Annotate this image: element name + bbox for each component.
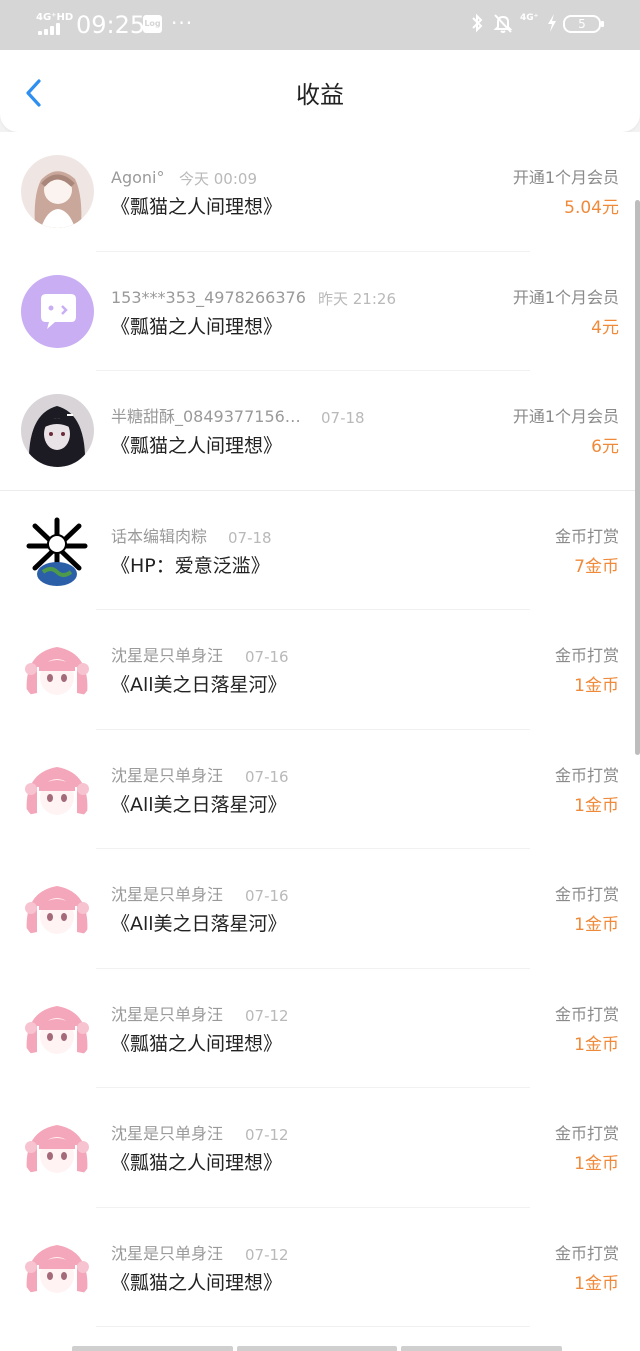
- earning-record[interactable]: Agoni° 今天 00:09 《瓢猫之人间理想》 开通1个月会员 5.04元: [0, 132, 640, 252]
- avatar[interactable]: [21, 1230, 94, 1304]
- divider: [96, 1326, 530, 1327]
- work-title: 《瓢猫之人间理想》: [111, 1032, 283, 1055]
- work-title: 《All美之日落星河》: [111, 793, 287, 816]
- username: 153***353_4978266376: [111, 287, 306, 307]
- username: 沈星是只单身汪: [111, 1124, 224, 1143]
- timestamp: 07-16: [245, 767, 289, 786]
- signal-strength-icon: [38, 23, 64, 35]
- earning-amount: 4元: [591, 317, 619, 338]
- earning-type: 金币打赏: [554, 526, 619, 546]
- earning-record[interactable]: 沈星是只单身汪 07-12 《瓢猫之人间理想》 金币打赏 1金币: [0, 969, 640, 1088]
- timestamp: 昨天 21:26: [318, 289, 396, 308]
- username: 沈星是只单身汪: [111, 765, 224, 785]
- charging-icon: [546, 12, 558, 41]
- earning-amount: 5.04元: [564, 198, 619, 218]
- avatar[interactable]: [21, 1111, 94, 1184]
- earning-type: 金币打赏: [554, 885, 619, 904]
- username: 沈星是只单身汪: [111, 885, 224, 904]
- scrollbar[interactable]: [635, 200, 640, 755]
- earning-amount: 1金币: [574, 1154, 619, 1174]
- next-row-peek: [72, 1346, 563, 1351]
- earning-record[interactable]: 沈星是只单身汪 07-16 《All美之日落星河》 金币打赏 1金币: [0, 849, 640, 969]
- earning-record[interactable]: 153***353_4978266376 昨天 21:26 《瓢猫之人间理想》 …: [0, 252, 640, 371]
- earning-amount: 1金币: [574, 676, 619, 696]
- work-title: 《瓢猫之人间理想》: [111, 1152, 283, 1174]
- username: 沈星是只单身汪: [111, 1004, 224, 1024]
- battery-icon: 5: [563, 15, 604, 33]
- timestamp: 07-18: [321, 409, 365, 427]
- earning-type: 金币打赏: [554, 646, 619, 665]
- avatar[interactable]: [21, 633, 94, 706]
- earning-amount: 1金币: [574, 915, 619, 935]
- earning-type: 开通1个月会员: [512, 287, 619, 307]
- earning-amount: 1金币: [574, 1273, 619, 1294]
- status-bar: 4G⁺HD 09:25 Log ··· 4G⁺ 5: [0, 0, 640, 50]
- earnings-list[interactable]: Agoni° 今天 00:09 《瓢猫之人间理想》 开通1个月会员 5.04元 …: [0, 132, 640, 1351]
- earning-type: 开通1个月会员: [512, 168, 619, 187]
- log-badge-icon: Log: [143, 15, 162, 33]
- network-type-label: 4G⁺HD: [36, 12, 74, 23]
- work-title: 《瓢猫之人间理想》: [111, 435, 283, 457]
- clock: 09:25: [76, 11, 146, 39]
- timestamp: 07-12: [245, 1245, 289, 1264]
- work-title: 《HP：爱意泛滥》: [111, 554, 270, 577]
- username: Agoni°: [111, 168, 165, 187]
- timestamp: 07-16: [245, 887, 289, 905]
- timestamp: 07-12: [245, 1006, 289, 1025]
- earning-amount: 6元: [591, 437, 619, 457]
- earning-record[interactable]: 沈星是只单身汪 07-16 《All美之日落星河》 金币打赏 1金币: [0, 610, 640, 730]
- username: 话本编辑肉粽: [111, 526, 208, 546]
- earning-record[interactable]: 沈星是只单身汪 07-12 《瓢猫之人间理想》 金币打赏 1金币: [0, 1208, 640, 1327]
- timestamp: 07-16: [245, 648, 289, 666]
- earning-type: 金币打赏: [554, 1243, 619, 1263]
- work-title: 《瓢猫之人间理想》: [111, 196, 283, 218]
- mute-bell-icon: [492, 12, 514, 41]
- avatar[interactable]: [21, 155, 94, 228]
- mobile-data-label: 4G⁺: [520, 13, 539, 23]
- avatar[interactable]: [21, 394, 94, 467]
- earning-record[interactable]: 沈星是只单身汪 07-12 《瓢猫之人间理想》 金币打赏 1金币: [0, 1088, 640, 1208]
- timestamp: 07-12: [245, 1126, 289, 1144]
- page-title: 收益: [296, 81, 344, 109]
- earning-record[interactable]: 沈星是只单身汪 07-16 《All美之日落星河》 金币打赏 1金币: [0, 730, 640, 849]
- work-title: 《瓢猫之人间理想》: [111, 1271, 283, 1294]
- earning-record[interactable]: 半糖甜酥_0849377156… 07-18 《瓢猫之人间理想》 开通1个月会员…: [0, 371, 640, 491]
- earning-type: 金币打赏: [554, 765, 619, 785]
- avatar[interactable]: [21, 513, 94, 587]
- more-notifications-icon: ···: [171, 11, 194, 35]
- earning-record[interactable]: 话本编辑肉粽 07-18 《HP：爱意泛滥》 金币打赏 7金币: [0, 491, 640, 610]
- timestamp: 今天 00:09: [179, 170, 257, 188]
- bluetooth-icon: [470, 12, 484, 41]
- avatar[interactable]: [21, 991, 94, 1065]
- earning-amount: 7金币: [574, 556, 619, 577]
- earning-amount: 1金币: [574, 795, 619, 816]
- earning-amount: 1金币: [574, 1034, 619, 1055]
- username: 半糖甜酥_0849377156…: [111, 407, 301, 426]
- work-title: 《All美之日落星河》: [111, 913, 287, 935]
- username: 沈星是只单身汪: [111, 646, 224, 665]
- earning-type: 金币打赏: [554, 1004, 619, 1024]
- earning-type: 金币打赏: [554, 1124, 619, 1143]
- username: 沈星是只单身汪: [111, 1243, 224, 1263]
- work-title: 《瓢猫之人间理想》: [111, 315, 283, 338]
- top-nav-bar: 收益: [0, 50, 640, 132]
- avatar[interactable]: [21, 872, 94, 945]
- avatar[interactable]: [21, 274, 94, 348]
- avatar[interactable]: [21, 752, 94, 826]
- earning-type: 开通1个月会员: [512, 407, 619, 426]
- work-title: 《All美之日落星河》: [111, 674, 287, 696]
- timestamp: 07-18: [228, 528, 272, 547]
